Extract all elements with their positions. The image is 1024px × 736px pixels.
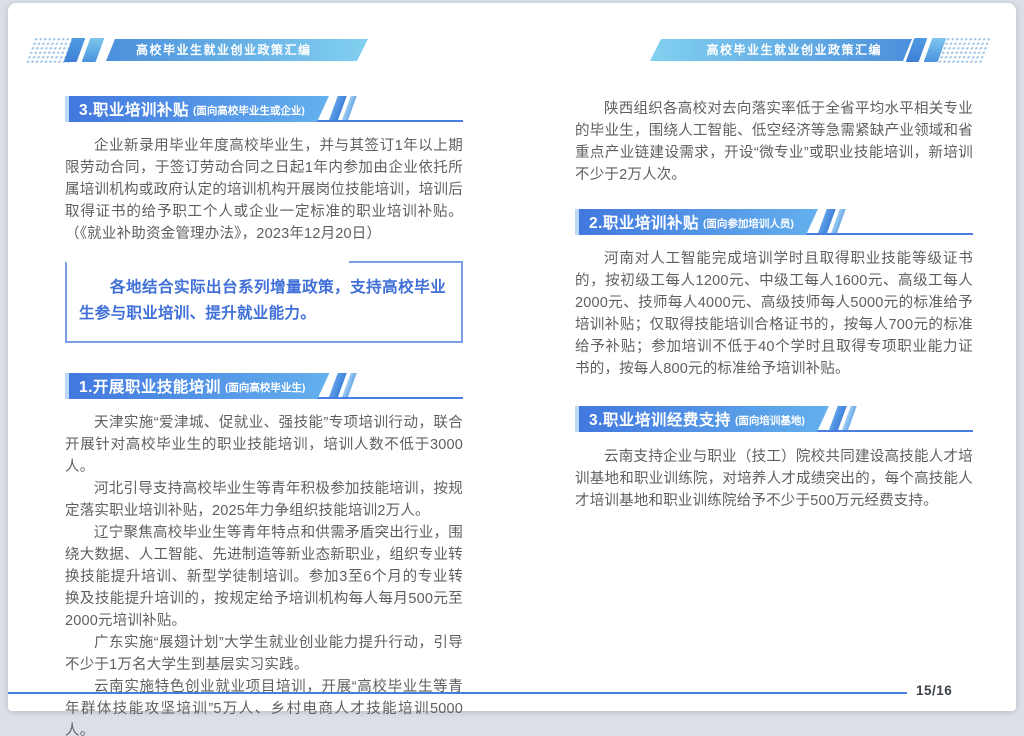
- highlight-text: 各地结合实际出台系列增量政策，支持高校毕业生参与职业培训、提升就业能力。: [79, 275, 446, 327]
- paragraph-tianjin: 天津实施“爱津城、促就业、强技能”专项培训行动，联合开展针对高校毕业生的职业技能…: [65, 412, 463, 478]
- section-scope: (面向高校毕业生): [225, 380, 306, 395]
- header-banner: 高校毕业生就业创业政策汇编: [106, 39, 368, 61]
- section-title: 1.开展职业技能培训: [79, 375, 221, 397]
- paragraph-liaoning: 辽宁聚焦高校毕业生等青年特点和供需矛盾突出行业，围绕大数据、人工智能、先进制造等…: [65, 522, 463, 632]
- section-scope: (面向参加培训人员): [703, 216, 794, 231]
- section-scope: (面向高校毕业生或企业): [193, 103, 305, 118]
- section-heading-funding: 3.职业培训经费支持 (面向培训基地): [575, 406, 973, 432]
- banner-chip-decoration: [82, 38, 105, 62]
- footer-divider-line: [8, 692, 907, 694]
- left-column: 3.职业培训补贴 (面向高校毕业生或企业) 企业新录用毕业年度高校毕业生，并与其…: [65, 96, 463, 736]
- section-title: 3.职业培训补贴: [79, 98, 189, 120]
- section-heading-subsidy-right: 2.职业培训补贴 (面向参加培训人员): [575, 209, 973, 235]
- section-scope: (面向培训基地): [735, 413, 805, 428]
- section-badge: 3.职业培训补贴 (面向高校毕业生或企业): [65, 96, 329, 122]
- paragraph-henan: 河南对人工智能完成培训学时且取得职业技能等级证书的，按初级工每人1200元、中级…: [575, 248, 973, 380]
- header-banner: 高校毕业生就业创业政策汇编: [650, 39, 912, 61]
- paragraph-guangdong: 广东实施“展翅计划”大学生就业创业能力提升行动，引导不少于1万名大学生到基层实习…: [65, 632, 463, 676]
- hatch-pattern-decoration: [937, 37, 992, 63]
- paragraph-yunnan-left: 云南实施特色创业就业项目培训，开展“高校毕业生等青年群体技能攻坚培训”5万人、乡…: [65, 676, 463, 736]
- section-badge: 3.职业培训经费支持 (面向培训基地): [575, 406, 829, 432]
- section-heading-skill-training: 1.开展职业技能培训 (面向高校毕业生): [65, 373, 463, 399]
- section-title: 3.职业培训经费支持: [589, 408, 731, 430]
- section-heading-subsidy-left: 3.职业培训补贴 (面向高校毕业生或企业): [65, 96, 463, 122]
- section-badge: 2.职业培训补贴 (面向参加培训人员): [575, 209, 818, 235]
- document-page: 高校毕业生就业创业政策汇编 高校毕业生就业创业政策汇编 3.职业培训补贴 (面向…: [8, 3, 1016, 711]
- right-column: 陕西组织各高校对去向落实率低于全省平均水平相关专业的毕业生，围绕人工智能、低空经…: [575, 98, 973, 512]
- paragraph-hebei: 河北引导支持高校毕业生等青年积极参加技能培训，按规定落实职业培训补贴，2025年…: [65, 478, 463, 522]
- page-header-right: 高校毕业生就业创业政策汇编: [650, 37, 988, 63]
- section-title: 2.职业培训补贴: [589, 211, 699, 233]
- paragraph-shaanxi: 陕西组织各高校对去向落实率低于全省平均水平相关专业的毕业生，围绕人工智能、低空经…: [575, 98, 973, 186]
- highlight-box: 各地结合实际出台系列增量政策，支持高校毕业生参与职业培训、提升就业能力。: [65, 261, 463, 343]
- header-banner-title: 高校毕业生就业创业政策汇编: [706, 43, 882, 57]
- paragraph-yunnan-right: 云南支持企业与职业（技工）院校共同建设高技能人才培训基地和职业训练院，对培养人才…: [575, 446, 973, 512]
- page-number: 15/16: [916, 683, 952, 698]
- paragraph-enterprise-subsidy: 企业新录用毕业年度高校毕业生，并与其签订1年以上期限劳动合同，于签订劳动合同之日…: [65, 135, 463, 245]
- section-badge: 1.开展职业技能培训 (面向高校毕业生): [65, 373, 329, 399]
- page-header-left: 高校毕业生就业创业政策汇编: [30, 37, 368, 63]
- highlight-box-top-border: [349, 261, 463, 263]
- header-banner-title: 高校毕业生就业创业政策汇编: [136, 43, 312, 57]
